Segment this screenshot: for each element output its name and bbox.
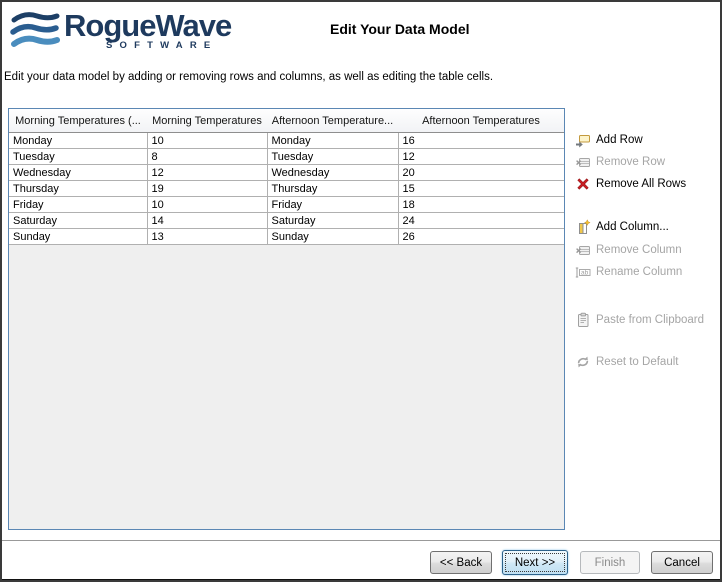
wave-icon (10, 11, 60, 57)
table-cell[interactable]: Thursday (267, 181, 398, 197)
add-column-icon (575, 219, 591, 235)
table-cell[interactable]: Monday (9, 133, 147, 149)
back-button[interactable]: << Back (430, 551, 492, 574)
page-title: Edit Your Data Model (330, 21, 470, 37)
table-viewport: Morning Temperatures (...Morning Tempera… (8, 108, 565, 530)
cancel-button[interactable]: Cancel (651, 551, 713, 574)
column-header[interactable]: Afternoon Temperature... (267, 109, 398, 133)
table-cell[interactable]: Monday (267, 133, 398, 149)
column-header[interactable]: Afternoon Temperatures (398, 109, 564, 133)
wizard-description: Edit your data model by adding or removi… (4, 71, 493, 83)
rogue-wave-logo: RogueWave SOFTWARE (10, 9, 231, 57)
table-cell[interactable]: Thursday (9, 181, 147, 197)
table-cell[interactable]: 14 (147, 213, 267, 229)
reset-to-default-button[interactable]: Reset to Default (575, 353, 678, 371)
table-row: Tuesday8Tuesday12 (9, 149, 564, 165)
rename-column-icon: ab (575, 264, 591, 280)
reset-icon (575, 354, 591, 370)
remove-column-icon (575, 242, 591, 258)
action-label: Paste from Clipboard (596, 314, 704, 326)
action-label: Remove Column (596, 244, 682, 256)
table-cell[interactable]: Tuesday (9, 149, 147, 165)
table-row: Friday10Friday18 (9, 197, 564, 213)
table-cell[interactable]: 13 (147, 229, 267, 245)
table-header-row: Morning Temperatures (...Morning Tempera… (9, 109, 564, 133)
table-cell[interactable]: 16 (398, 133, 564, 149)
action-label: Add Row (596, 134, 643, 146)
table-cell[interactable]: 26 (398, 229, 564, 245)
table-row: Thursday19Thursday15 (9, 181, 564, 197)
rename-column-button[interactable]: ab Rename Column (575, 263, 682, 281)
table-row: Sunday13Sunday26 (9, 229, 564, 245)
footer-divider (2, 540, 720, 541)
action-label: Remove All Rows (596, 178, 686, 190)
paste-icon (575, 312, 591, 328)
add-row-button[interactable]: Add Row (575, 131, 643, 149)
table-cell[interactable]: Friday (267, 197, 398, 213)
table-cell[interactable]: 10 (147, 133, 267, 149)
remove-row-icon (575, 154, 591, 170)
paste-from-clipboard-button[interactable]: Paste from Clipboard (575, 311, 704, 329)
table-row: Saturday14Saturday24 (9, 213, 564, 229)
table-cell[interactable]: Saturday (9, 213, 147, 229)
svg-text:ab: ab (581, 270, 589, 277)
table-cell[interactable]: Tuesday (267, 149, 398, 165)
table-row: Wednesday12Wednesday20 (9, 165, 564, 181)
column-header[interactable]: Morning Temperatures (147, 109, 267, 133)
table-cell[interactable]: Sunday (9, 229, 147, 245)
table-cell[interactable]: Sunday (267, 229, 398, 245)
table-cell[interactable]: 19 (147, 181, 267, 197)
finish-button[interactable]: Finish (580, 551, 640, 574)
table-cell[interactable]: 8 (147, 149, 267, 165)
add-column-button[interactable]: Add Column... (575, 218, 669, 236)
table-cell[interactable]: Friday (9, 197, 147, 213)
add-row-icon (575, 132, 591, 148)
remove-row-button[interactable]: Remove Row (575, 153, 665, 171)
software-text: SOFTWARE (106, 40, 231, 51)
table-cell[interactable]: Wednesday (267, 165, 398, 181)
table-cell[interactable]: Saturday (267, 213, 398, 229)
table-cell[interactable]: 18 (398, 197, 564, 213)
data-table: Morning Temperatures (...Morning Tempera… (9, 109, 564, 245)
remove-all-rows-icon (575, 176, 591, 192)
table-cell[interactable]: 12 (147, 165, 267, 181)
remove-all-rows-button[interactable]: Remove All Rows (575, 175, 686, 193)
action-label: Remove Row (596, 156, 665, 168)
remove-column-button[interactable]: Remove Column (575, 241, 682, 259)
table-row: Monday10Monday16 (9, 133, 564, 149)
table-cell[interactable]: 12 (398, 149, 564, 165)
table-cell[interactable]: 20 (398, 165, 564, 181)
action-label: Add Column... (596, 221, 669, 233)
brand-text: RogueWave (64, 9, 231, 43)
table-cell[interactable]: 24 (398, 213, 564, 229)
action-label: Rename Column (596, 266, 682, 278)
column-header[interactable]: Morning Temperatures (... (9, 109, 147, 133)
next-button[interactable]: Next >> (502, 550, 568, 575)
wizard-window: RogueWave SOFTWARE Edit Your Data Model … (0, 0, 722, 582)
table-cell[interactable]: 15 (398, 181, 564, 197)
table-cell[interactable]: 10 (147, 197, 267, 213)
table-cell[interactable]: Wednesday (9, 165, 147, 181)
action-label: Reset to Default (596, 356, 678, 368)
